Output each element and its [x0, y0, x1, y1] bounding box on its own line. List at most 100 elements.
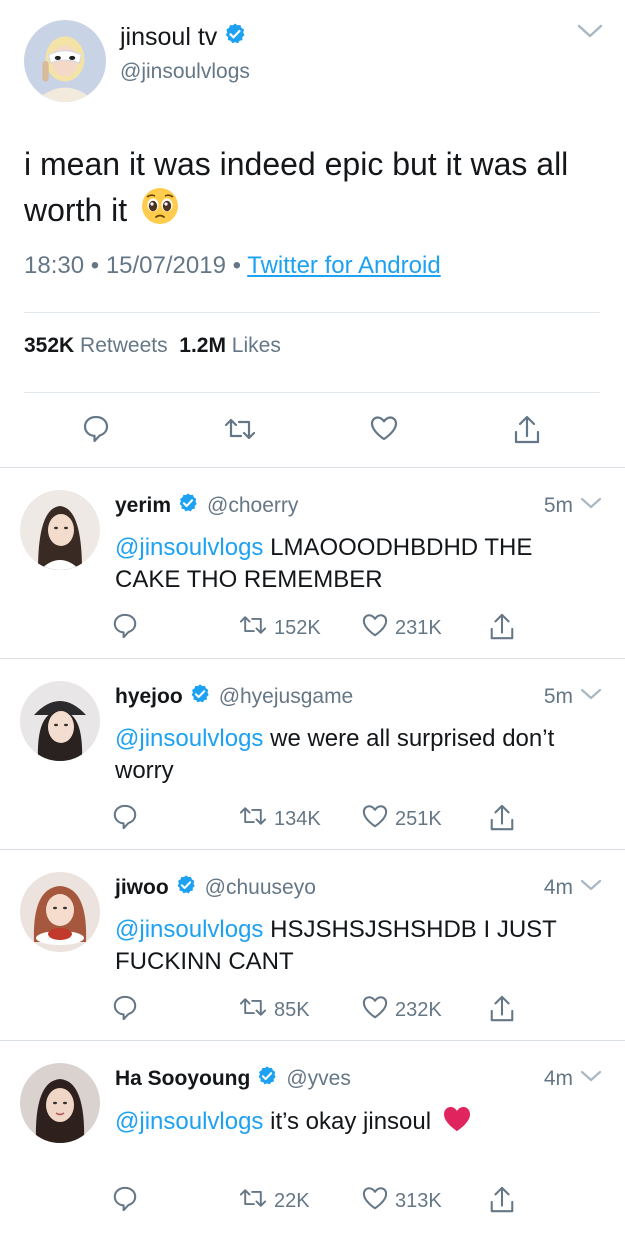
avatar-image	[20, 872, 100, 952]
verified-badge-icon	[175, 874, 197, 902]
divider	[0, 467, 625, 468]
tweet-text: i mean it was indeed epic but it was all…	[24, 142, 599, 237]
reply-tweet[interactable]: Ha Sooyoung @yves 4m @jinsoulvlogs it’s …	[0, 1043, 625, 1233]
reply-icon[interactable]	[112, 994, 138, 1022]
like-button[interactable]: 251K	[361, 803, 442, 835]
share-icon[interactable]	[512, 414, 542, 451]
chevron-down-icon[interactable]	[580, 878, 602, 897]
like-icon	[361, 803, 389, 835]
reply-icon[interactable]	[112, 1185, 138, 1213]
retweet-button[interactable]: 134K	[238, 803, 321, 835]
retweet-icon	[238, 803, 268, 835]
mention-link[interactable]: @jinsoulvlogs	[115, 916, 263, 943]
tweet-meta: 18:30 • 15/07/2019 • Twitter for Android	[24, 252, 441, 280]
like-count: 313K	[395, 1189, 442, 1212]
reply-author[interactable]: hyejoo @hyejusgame	[115, 683, 353, 711]
like-button[interactable]: 313K	[361, 1185, 442, 1217]
retweet-count: 85K	[274, 998, 310, 1021]
reply-tweet[interactable]: hyejoo @hyejusgame 5m @jinsoulvlogs we w…	[0, 661, 625, 851]
handle: @hyejusgame	[218, 685, 354, 708]
meta-separator: •	[90, 252, 100, 279]
reply-time: 5m	[543, 685, 573, 708]
chevron-down-icon[interactable]	[580, 1069, 602, 1088]
like-count: 251K	[395, 807, 442, 830]
retweet-icon	[238, 1185, 268, 1217]
chevron-down-icon[interactable]	[576, 22, 604, 45]
reply-icon[interactable]	[82, 414, 110, 449]
share-icon[interactable]	[488, 1185, 516, 1215]
retweet-button[interactable]: 85K	[238, 994, 310, 1026]
share-icon[interactable]	[488, 994, 516, 1024]
avatar[interactable]	[20, 490, 100, 570]
share-icon[interactable]	[488, 612, 516, 642]
avatar[interactable]	[20, 1063, 100, 1143]
tweet-text-content: i mean it was indeed epic but it was all…	[24, 146, 569, 228]
tweet-source-link[interactable]: Twitter for Android	[247, 252, 440, 279]
avatar-image	[20, 490, 100, 570]
tweet-time: 18:30	[24, 252, 85, 279]
verified-badge-icon	[223, 22, 247, 53]
reply-icon[interactable]	[112, 803, 138, 831]
tweet-stats: 352K Retweets 1.2M Likes	[24, 334, 281, 358]
like-button[interactable]: 232K	[361, 994, 442, 1026]
avatar-image	[20, 681, 100, 761]
pleading-face-emoji	[140, 186, 180, 237]
retweet-count: 22K	[274, 1189, 310, 1212]
divider	[0, 658, 625, 659]
like-button[interactable]: 231K	[361, 612, 442, 644]
retweet-count: 152K	[274, 616, 321, 639]
mention-link[interactable]: @jinsoulvlogs	[115, 725, 263, 752]
reply-time: 4m	[543, 1067, 573, 1090]
handle: @chuuseyo	[204, 876, 316, 899]
reply-author[interactable]: yerim @choerry	[115, 492, 298, 520]
chevron-down-icon[interactable]	[580, 496, 602, 515]
avatar-image	[24, 20, 106, 102]
reply-author[interactable]: jiwoo @chuuseyo	[115, 874, 316, 902]
reply-text: @jinsoulvlogs it’s okay jinsoul	[115, 1105, 585, 1142]
divider	[0, 1040, 625, 1041]
tweet-date: 15/07/2019	[105, 252, 226, 279]
handle: @choerry	[207, 494, 299, 517]
avatar[interactable]	[20, 872, 100, 952]
divider	[24, 312, 600, 313]
verified-badge-icon	[189, 683, 211, 711]
verified-badge-icon	[256, 1065, 278, 1093]
mention-link[interactable]: @jinsoulvlogs	[115, 1108, 263, 1135]
retweets-count[interactable]: 352K	[24, 334, 74, 357]
display-name: hyejoo	[115, 685, 183, 708]
retweet-count: 134K	[274, 807, 321, 830]
retweet-icon[interactable]	[223, 414, 257, 449]
red-heart-emoji	[442, 1105, 472, 1142]
likes-count[interactable]: 1.2M	[179, 334, 226, 357]
retweet-button[interactable]: 152K	[238, 612, 321, 644]
display-name[interactable]: jinsoul tv	[120, 22, 247, 53]
retweet-icon	[238, 994, 268, 1026]
reply-icon[interactable]	[112, 612, 138, 640]
like-icon	[361, 1185, 389, 1217]
main-tweet: jinsoul tv @jinsoulvlogs i mean it was i…	[0, 0, 625, 468]
reply-time: 5m	[543, 494, 573, 517]
chevron-down-icon[interactable]	[580, 687, 602, 706]
verified-badge-icon	[177, 492, 199, 520]
handle[interactable]: @jinsoulvlogs	[120, 60, 250, 84]
retweet-button[interactable]: 22K	[238, 1185, 310, 1217]
reply-author[interactable]: Ha Sooyoung @yves	[115, 1065, 351, 1093]
likes-label[interactable]: Likes	[232, 334, 281, 357]
reply-text: @jinsoulvlogs we were all surprised don’…	[115, 723, 585, 787]
reply-tweet[interactable]: jiwoo @chuuseyo 4m @jinsoulvlogs HSJSHSJ…	[0, 852, 625, 1042]
display-name: Ha Sooyoung	[115, 1067, 251, 1090]
like-icon[interactable]	[369, 414, 399, 447]
retweet-icon	[238, 612, 268, 644]
share-icon[interactable]	[488, 803, 516, 833]
like-count: 232K	[395, 998, 442, 1021]
avatar-image	[20, 1063, 100, 1143]
reply-text-content: it’s okay jinsoul	[270, 1108, 432, 1135]
reply-time: 4m	[543, 876, 573, 899]
retweets-label[interactable]: Retweets	[80, 334, 168, 357]
reply-tweet[interactable]: yerim @choerry 5m @jinsoulvlogs LMAOOODH…	[0, 470, 625, 660]
divider	[0, 849, 625, 850]
handle: @yves	[286, 1067, 351, 1090]
avatar[interactable]	[20, 681, 100, 761]
avatar[interactable]	[24, 20, 106, 102]
mention-link[interactable]: @jinsoulvlogs	[115, 534, 263, 561]
